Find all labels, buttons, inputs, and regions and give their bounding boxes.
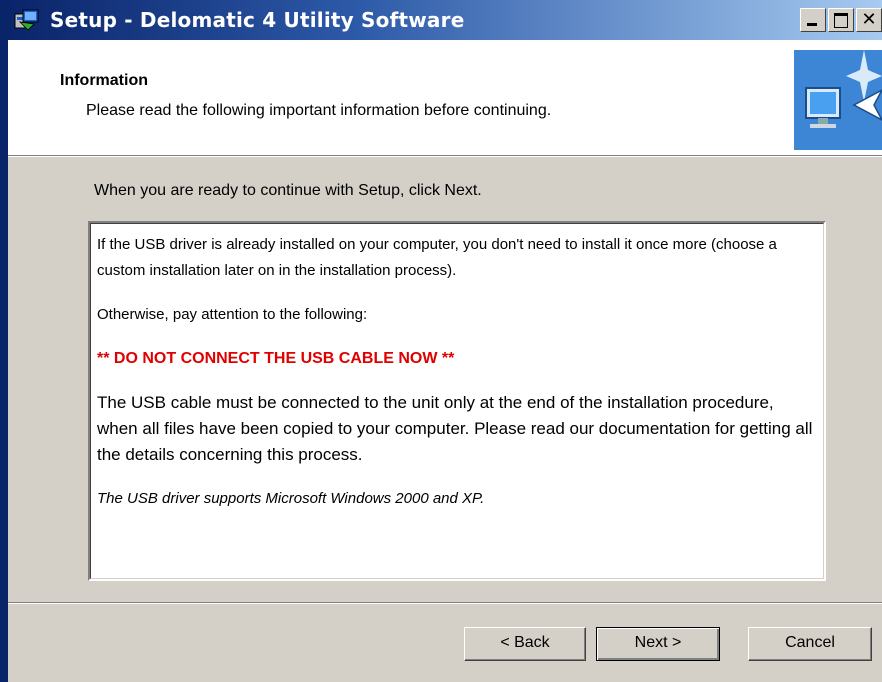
info-memo[interactable]: If the USB driver is already installed o… — [88, 221, 826, 581]
maximize-button[interactable] — [828, 8, 854, 32]
wizard-header: Information Please read the following im… — [8, 40, 882, 156]
cancel-button[interactable]: Cancel — [748, 627, 872, 661]
footer-divider-highlight — [8, 603, 882, 604]
window-title: Setup - Delomatic 4 Utility Software — [50, 8, 465, 32]
setup-app-icon — [14, 9, 39, 31]
window-controls: ✕ — [798, 8, 882, 32]
header-divider — [8, 156, 882, 157]
computer-wizard-icon — [794, 50, 882, 150]
page-title: Information — [60, 72, 148, 89]
next-button[interactable]: Next > — [596, 627, 720, 661]
close-button[interactable]: ✕ — [856, 8, 882, 32]
memo-note: The USB driver supports Microsoft Window… — [97, 490, 485, 507]
setup-window: Setup - Delomatic 4 Utility Software ✕ I… — [0, 0, 882, 682]
page-subtitle: Please read the following important info… — [86, 102, 552, 119]
memo-line-1: If the USB driver is already installed o… — [97, 236, 777, 279]
minimize-button[interactable] — [800, 8, 826, 32]
memo-line-3: The USB cable must be connected to the u… — [97, 393, 813, 464]
instruction-text: When you are ready to continue with Setu… — [94, 182, 482, 199]
memo-warning: ** DO NOT CONNECT THE USB CABLE NOW ** — [97, 350, 455, 367]
title-bar[interactable]: Setup - Delomatic 4 Utility Software ✕ — [8, 0, 882, 40]
memo-line-2: Otherwise, pay attention to the followin… — [97, 306, 368, 323]
back-button[interactable]: < Back — [464, 627, 586, 661]
